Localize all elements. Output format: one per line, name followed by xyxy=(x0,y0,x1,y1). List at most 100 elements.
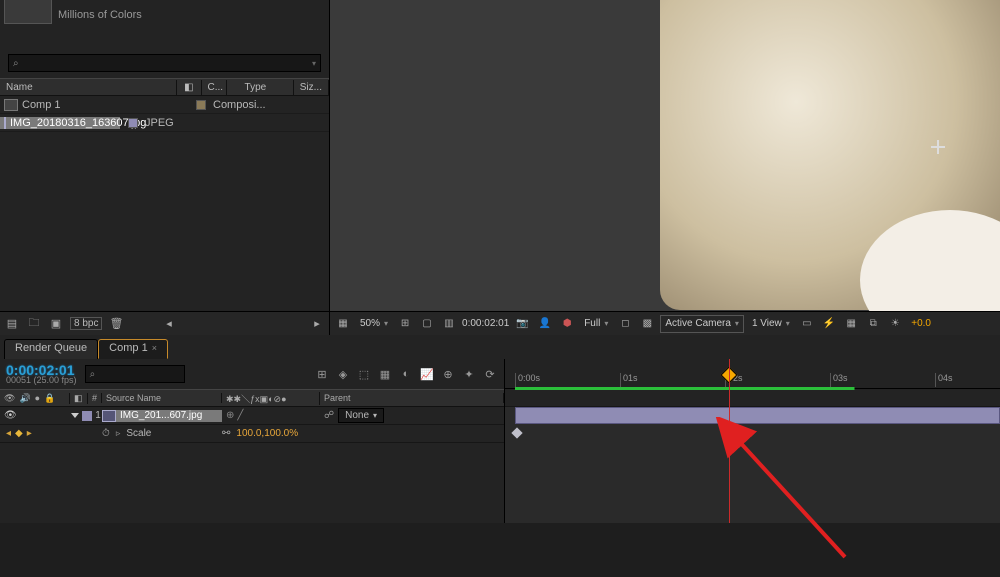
project-row-image[interactable]: IMG_20180316_163607.jpg JPEG xyxy=(0,114,329,132)
timeline-icon[interactable]: ▦ xyxy=(842,315,860,333)
parent-header[interactable]: Parent xyxy=(320,393,504,403)
timeline-search[interactable]: ⌕ xyxy=(85,365,185,383)
roi-icon[interactable]: ◻ xyxy=(616,315,634,333)
graph-editor-icon[interactable]: 📈 xyxy=(419,368,435,381)
layer-label-swatch[interactable] xyxy=(82,411,92,421)
work-area-bar[interactable] xyxy=(515,387,1000,390)
views-dropdown[interactable]: 1 View xyxy=(748,315,794,333)
parent-dropdown[interactable]: None xyxy=(338,408,384,423)
timecode-display[interactable]: 0:00:02:01 00051 (25.00 fps) xyxy=(6,363,77,385)
keyframe-diamond-icon[interactable]: ◆ xyxy=(15,428,23,439)
timeline-tracks[interactable] xyxy=(505,407,1000,523)
collapse-switch-icon[interactable]: ⊕ xyxy=(226,410,234,421)
reset-exposure-icon[interactable]: ☀ xyxy=(886,315,904,333)
current-time[interactable]: 0:00:02:01 xyxy=(462,318,509,329)
close-icon[interactable]: × xyxy=(148,343,157,353)
pixel-aspect-icon[interactable]: ▭ xyxy=(798,315,816,333)
camera-dropdown[interactable]: Active Camera xyxy=(660,315,744,333)
toggle-mask-icon[interactable]: ▦ xyxy=(334,315,352,333)
safe-zones-icon[interactable]: ▢ xyxy=(418,315,436,333)
comp-mini-flow-icon[interactable]: ⊞ xyxy=(314,368,330,381)
motion-blur-icon[interactable]: ◐ xyxy=(398,368,414,381)
twirl-icon[interactable]: ▹ xyxy=(116,428,121,439)
shy-icon[interactable]: ⬚ xyxy=(356,368,372,381)
col-label-icon[interactable]: ◧ xyxy=(177,80,201,95)
resolution-dropdown[interactable]: Full xyxy=(580,315,612,333)
stopwatch-icon[interactable]: ⏱ xyxy=(102,428,110,439)
new-folder-icon[interactable]: 🗀 xyxy=(26,316,42,332)
project-panel: Millions of Colors ⌕ ▾ Name ◧ C... Type … xyxy=(0,0,330,335)
scroll-left-icon[interactable]: ◂ xyxy=(161,316,177,332)
source-header[interactable]: Source Name xyxy=(102,393,222,403)
solo-icon: ● xyxy=(35,393,40,404)
num-header: # xyxy=(88,393,102,403)
layer-source-name[interactable]: IMG_201...607.jpg xyxy=(102,410,222,422)
auto-keyframe-icon[interactable]: ✦ xyxy=(461,368,477,381)
time-ruler[interactable]: 0:00s 01s 02s 03s 04s xyxy=(505,359,1000,389)
ruler-tick: 03s xyxy=(830,373,848,387)
property-value[interactable]: 100.0,100.0% xyxy=(236,428,298,439)
thumb-label: Millions of Colors xyxy=(58,9,142,21)
transparency-grid-icon[interactable]: ▩ xyxy=(638,315,656,333)
search-icon: ⌕ xyxy=(13,58,19,69)
project-item-thumbnail[interactable] xyxy=(4,0,52,24)
label-swatch[interactable] xyxy=(196,100,206,110)
fast-preview-icon[interactable]: ⚡ xyxy=(820,315,838,333)
frame-blend-icon[interactable]: ▦ xyxy=(377,368,393,381)
channel-icon[interactable]: ⬢ xyxy=(558,315,576,333)
interpret-footage-icon[interactable]: ▤ xyxy=(4,316,20,332)
project-thumb-row: Millions of Colors xyxy=(0,0,329,30)
search-dropdown-icon[interactable]: ▾ xyxy=(312,59,316,68)
collapse-icon[interactable]: ⟳ xyxy=(482,368,498,381)
layer-row[interactable]: 👁 1 IMG_201...607.jpg ⊕ ╱ ☍ xyxy=(0,407,504,425)
property-row-scale[interactable]: ◂ ◆ ▸ ⏱ ▹ Scale ⚯ 100.0,100.0% xyxy=(0,425,504,443)
tab-render-queue[interactable]: Render Queue xyxy=(4,339,98,359)
keyframe-icon[interactable] xyxy=(511,427,522,438)
col-name[interactable]: Name xyxy=(0,80,177,95)
next-keyframe-icon[interactable]: ▸ xyxy=(27,428,32,439)
exposure-value[interactable]: +0.0 xyxy=(908,315,934,333)
zoom-dropdown[interactable]: 50% xyxy=(356,315,392,333)
new-comp-icon[interactable]: ▣ xyxy=(48,316,64,332)
video-toggle-icon[interactable]: 👁 xyxy=(4,410,17,421)
col-size[interactable]: Siz... xyxy=(294,80,329,95)
snapshot-icon[interactable]: 📷 xyxy=(513,315,531,333)
project-items-list[interactable]: Comp 1 Composi... IMG_20180316_163607.jp… xyxy=(0,96,329,311)
project-search[interactable]: ⌕ ▾ xyxy=(8,54,321,72)
grid-icon[interactable]: ▥ xyxy=(440,315,458,333)
label-header-icon: ◧ xyxy=(70,393,88,404)
layer-switches[interactable]: ⊕ ╱ xyxy=(222,410,320,421)
project-row-comp[interactable]: Comp 1 Composi... xyxy=(0,96,329,114)
resolution-icon[interactable]: ⊞ xyxy=(396,315,414,333)
keyframe-icon[interactable] xyxy=(724,427,735,438)
item-name: Comp 1 xyxy=(22,99,61,111)
twirl-down-icon[interactable] xyxy=(71,413,79,418)
constrain-proportions-icon[interactable]: ⚯ xyxy=(222,428,230,439)
draft-3d-icon[interactable]: ◈ xyxy=(335,368,351,381)
col-comment[interactable]: C... xyxy=(202,80,227,95)
bpc-toggle[interactable]: 8 bpc xyxy=(70,317,102,330)
prev-keyframe-icon[interactable]: ◂ xyxy=(6,428,11,439)
ruler-tick: 0:00s xyxy=(515,373,540,387)
brainstorm-icon[interactable]: ⊕ xyxy=(440,368,456,381)
layer-duration-bar[interactable] xyxy=(515,407,1000,424)
project-search-input[interactable] xyxy=(23,58,183,69)
camera-cursor-icon xyxy=(931,140,945,154)
label-swatch[interactable] xyxy=(128,118,138,128)
tab-comp[interactable]: Comp 1× xyxy=(98,339,168,359)
switches-header: ✱✱＼ƒx▣◐⊘● xyxy=(222,392,320,405)
layer-columns-header: 👁 🔊 ● 🔒 ◧ # Source Name ✱✱＼ƒx▣◐⊘● Parent xyxy=(0,389,504,407)
speaker-icon: 🔊 xyxy=(19,393,30,404)
pickwhip-icon[interactable]: ☍ xyxy=(320,410,338,421)
quality-switch-icon[interactable]: ╱ xyxy=(237,410,243,421)
eye-icon: 👁 xyxy=(4,393,15,404)
comp-flow-icon[interactable]: ⧉ xyxy=(864,315,882,333)
timeline-tabs: Render Queue Comp 1× xyxy=(0,335,1000,359)
trash-icon[interactable]: 🗑 xyxy=(108,316,124,332)
timeline-right-pane[interactable]: 0:00s 01s 02s 03s 04s xyxy=(505,359,1000,523)
layer-number: 1 xyxy=(95,410,101,421)
preview-canvas[interactable] xyxy=(330,0,1000,311)
show-snapshot-icon[interactable]: 👤 xyxy=(536,315,554,333)
col-type[interactable]: Type xyxy=(227,80,294,95)
scroll-right-icon[interactable]: ▸ xyxy=(309,316,325,332)
